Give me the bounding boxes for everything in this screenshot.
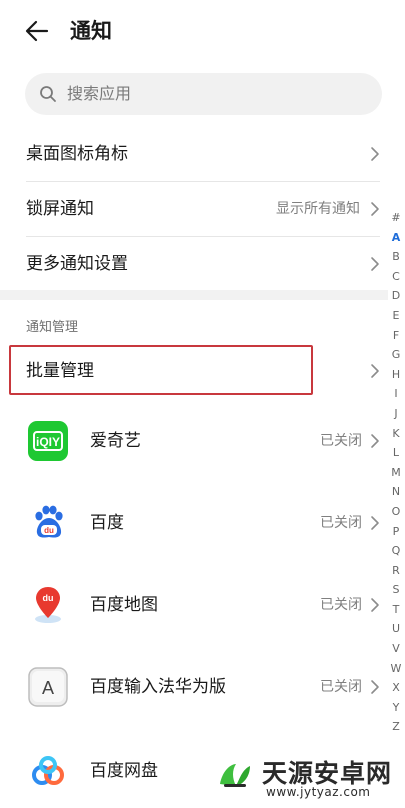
index-letter[interactable]: F: [388, 326, 404, 346]
row-label: 锁屏通知: [26, 199, 94, 219]
page-title: 通知: [70, 19, 112, 43]
index-letter[interactable]: X: [388, 678, 404, 698]
row-label: 桌面图标角标: [26, 144, 128, 164]
index-letter[interactable]: M: [388, 463, 404, 483]
index-letter[interactable]: V: [388, 639, 404, 659]
index-letter[interactable]: W: [388, 659, 404, 679]
index-letter[interactable]: T: [388, 600, 404, 620]
alphabet-index[interactable]: # A B C D E F G H I J K L M N O P Q R S T U V W X Y Z: [388, 208, 404, 737]
chevron-right-icon: [371, 516, 379, 530]
baidu-paw-icon: du: [35, 505, 63, 538]
app-status: 已关闭: [320, 515, 362, 531]
index-letter[interactable]: K: [388, 424, 404, 444]
header-bar: 通知: [0, 0, 405, 64]
app-name: 百度: [90, 513, 124, 533]
index-letter[interactable]: H: [388, 365, 404, 385]
index-letter[interactable]: Q: [388, 541, 404, 561]
back-arrow-icon[interactable]: [22, 16, 52, 46]
app-name: 爱奇艺: [90, 431, 141, 451]
watermark-logo-icon: [213, 755, 257, 799]
app-row-baidu[interactable]: du 百度 已关闭: [0, 482, 388, 564]
settings-row-lockscreen[interactable]: 锁屏通知 显示所有通知: [0, 182, 388, 236]
chevron-right-icon: [371, 364, 379, 378]
chevron-right-icon: [371, 434, 379, 448]
highlight-annotation: [9, 345, 313, 395]
watermark: 天源安卓网 www.jytyaz.com: [212, 752, 402, 804]
index-letter[interactable]: O: [388, 502, 404, 522]
svg-text:du: du: [44, 526, 54, 535]
index-letter[interactable]: J: [388, 404, 404, 424]
baidu-map-icon: du: [35, 587, 61, 623]
section-separator: [0, 290, 388, 300]
chevron-right-icon: [371, 598, 379, 612]
index-letter[interactable]: C: [388, 267, 404, 287]
chevron-right-icon: [371, 680, 379, 694]
app-status: 已关闭: [320, 597, 362, 613]
app-row-baidu-map[interactable]: du 百度地图 已关闭: [0, 564, 388, 646]
baidu-input-icon: A: [28, 667, 68, 707]
index-letter[interactable]: L: [388, 443, 404, 463]
app-row-baidu-input[interactable]: A 百度输入法华为版 已关闭: [0, 646, 388, 728]
index-letter[interactable]: R: [388, 561, 404, 581]
app-row-iqiyi[interactable]: iQIY 爱奇艺 已关闭: [0, 400, 388, 482]
chevron-right-icon: [371, 202, 379, 216]
index-letter[interactable]: A: [388, 228, 404, 248]
chevron-right-icon: [371, 257, 379, 271]
index-letter[interactable]: E: [388, 306, 404, 326]
settings-row-badge[interactable]: 桌面图标角标: [0, 127, 388, 181]
svg-text:A: A: [42, 678, 54, 698]
svg-text:du: du: [43, 593, 54, 603]
app-status: 已关闭: [320, 679, 362, 695]
index-letter[interactable]: P: [388, 522, 404, 542]
index-letter[interactable]: D: [388, 286, 404, 306]
search-bar[interactable]: 搜索应用: [25, 73, 382, 115]
index-letter[interactable]: B: [388, 247, 404, 267]
index-letter[interactable]: N: [388, 482, 404, 502]
index-letter[interactable]: Y: [388, 698, 404, 718]
app-status: 已关闭: [320, 433, 362, 449]
watermark-url: www.jytyaz.com: [266, 785, 371, 799]
search-placeholder: 搜索应用: [67, 84, 132, 103]
chevron-right-icon: [371, 147, 379, 161]
index-letter[interactable]: #: [388, 208, 404, 228]
index-letter[interactable]: S: [388, 580, 404, 600]
index-letter[interactable]: Z: [388, 717, 404, 737]
row-value: 显示所有通知: [276, 201, 360, 217]
row-label: 更多通知设置: [26, 254, 128, 274]
svg-text:iQIY: iQIY: [36, 435, 60, 449]
index-letter[interactable]: U: [388, 619, 404, 639]
iqiyi-icon: iQIY: [28, 421, 68, 461]
index-letter[interactable]: I: [388, 384, 404, 404]
app-name: 百度网盘: [90, 761, 158, 781]
settings-row-more[interactable]: 更多通知设置: [0, 237, 388, 291]
baidu-netdisk-icon: [32, 756, 64, 785]
section-title: 通知管理: [26, 320, 79, 335]
app-name: 百度输入法华为版: [90, 677, 226, 697]
index-letter[interactable]: G: [388, 345, 404, 365]
search-icon: [40, 86, 56, 102]
app-name: 百度地图: [90, 595, 158, 615]
